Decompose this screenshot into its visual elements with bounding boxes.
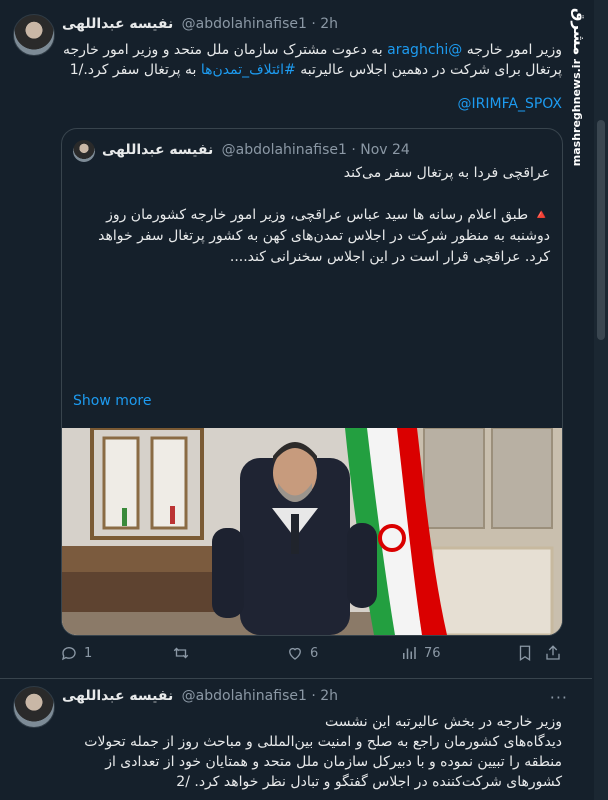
tweet-header: نفیسه عبداللهی @abdolahinafise1 · 2h — [62, 688, 338, 704]
tweet-line-3: منطقه را تبیین نموده و با دبیرکل سازمان … — [105, 754, 562, 770]
photo-illustration — [62, 428, 562, 635]
timestamp[interactable]: 2h — [320, 16, 338, 32]
quoted-tweet[interactable]: نفیسه عبداللهی @abdolahinafise1 · Nov 24… — [61, 128, 563, 636]
tweet-photo[interactable] — [62, 428, 562, 635]
quoted-line-3: کرد. عراقچی قرار است در این اجلاس سخنران… — [229, 249, 550, 265]
quoted-text: عراقچی فردا به پرتغال سفر می‌کند 🔺 طبق ا… — [74, 163, 550, 268]
tweet-line-1: وزیر امور خارجه @araghchi به دعوت مشترک … — [62, 40, 562, 60]
share-icon — [546, 645, 560, 660]
reply-icon — [61, 647, 76, 661]
tweet-text: وزیر خارجه در بخش عالیرتبه این نشست دیدگ… — [62, 712, 562, 792]
quoted-header: نفیسه عبداللهی @abdolahinafise1 · Nov 24 — [102, 142, 410, 158]
reply-button[interactable]: 1 — [60, 644, 92, 662]
avatar[interactable] — [13, 686, 55, 728]
author-handle[interactable]: @abdolahinafise1 — [182, 688, 307, 704]
reply-count: 1 — [84, 645, 93, 661]
views-button[interactable]: 76 — [400, 644, 441, 662]
heart-icon — [289, 647, 301, 660]
tweet-1[interactable]: نفیسه عبداللهی @abdolahinafise1 · 2h وزی… — [0, 0, 592, 679]
author-handle[interactable]: @abdolahinafise1 — [182, 16, 307, 32]
text-segment: به پرتغال سفر کرد./1 — [69, 62, 201, 78]
bookmark-button[interactable] — [516, 644, 534, 662]
retweet-icon — [173, 647, 189, 659]
author-name[interactable]: نفیسه عبداللهی — [62, 16, 173, 32]
bookmark-icon — [519, 645, 531, 662]
tweet-line-4: کشورهای شرکت‌کننده در اجلاس گفتگو و تباد… — [176, 774, 562, 790]
author-name[interactable]: نفیسه عبداللهی — [62, 688, 173, 704]
hashtag-link[interactable]: #ائتلاف_تمدن‌ها — [201, 62, 296, 78]
mention-link-2[interactable]: @IRIMFA_SPOX — [458, 96, 562, 112]
text-segment: پرتغال برای شرکت در دهمین اجلاس عالیرتبه — [295, 62, 562, 78]
scrollbar-thumb[interactable] — [597, 120, 605, 340]
share-button[interactable] — [544, 644, 562, 662]
like-count: 6 — [310, 645, 319, 661]
like-button[interactable]: 6 — [286, 644, 318, 662]
watermark: مشرق mashreghnews.ir — [570, 8, 592, 167]
retweet-button[interactable] — [172, 644, 196, 662]
tweet-actions: 1 6 76 — [60, 644, 560, 666]
tweet-header: نفیسه عبداللهی @abdolahinafise1 · 2h — [62, 16, 338, 32]
watermark-logo: مشرق — [570, 8, 588, 56]
text-segment: وزیر امور خارجه — [462, 42, 562, 58]
quoted-headline: عراقچی فردا به پرتغال سفر می‌کند — [343, 165, 550, 181]
quoted-avatar[interactable] — [73, 140, 95, 162]
watermark-site: mashreghnews.ir — [570, 59, 583, 167]
show-more-link[interactable]: Show more — [73, 393, 152, 409]
quoted-author-name[interactable]: نفیسه عبداللهی — [102, 142, 213, 158]
timestamp[interactable]: 2h — [320, 688, 338, 704]
separator: · — [311, 688, 316, 704]
separator: · — [311, 16, 316, 32]
more-options-icon[interactable]: ··· — [550, 688, 568, 707]
mention-link[interactable]: @araghchi — [387, 42, 462, 58]
tweet-text: وزیر امور خارجه @araghchi به دعوت مشترک … — [62, 40, 562, 80]
scrollbar[interactable] — [594, 0, 608, 800]
avatar[interactable] — [13, 14, 55, 56]
tweet-line-2: دیدگاه‌های کشورمان راجع به صلح و امنیت ب… — [84, 734, 562, 750]
quoted-author-handle[interactable]: @abdolahinafise1 — [222, 142, 347, 158]
bar-chart-icon — [403, 647, 416, 659]
quoted-date[interactable]: Nov 24 — [360, 142, 410, 158]
view-count: 76 — [424, 645, 441, 661]
tweet-line-1: وزیر خارجه در بخش عالیرتبه این نشست — [325, 714, 562, 730]
tweet-2[interactable]: نفیسه عبداللهی @abdolahinafise1 · 2h ···… — [0, 678, 592, 800]
tweet-line-2: پرتغال برای شرکت در دهمین اجلاس عالیرتبه… — [62, 60, 562, 80]
separator: · — [351, 142, 356, 158]
text-segment: به دعوت مشترک سازمان ملل متحد و وزیر امو… — [62, 42, 388, 58]
quoted-line-2: دوشنبه به منظور شرکت در اجلاس تمدن‌های ک… — [98, 228, 550, 244]
quoted-line-1: 🔺 طبق اعلام رسانه ها سید عباس عراقچی، وز… — [106, 207, 550, 223]
